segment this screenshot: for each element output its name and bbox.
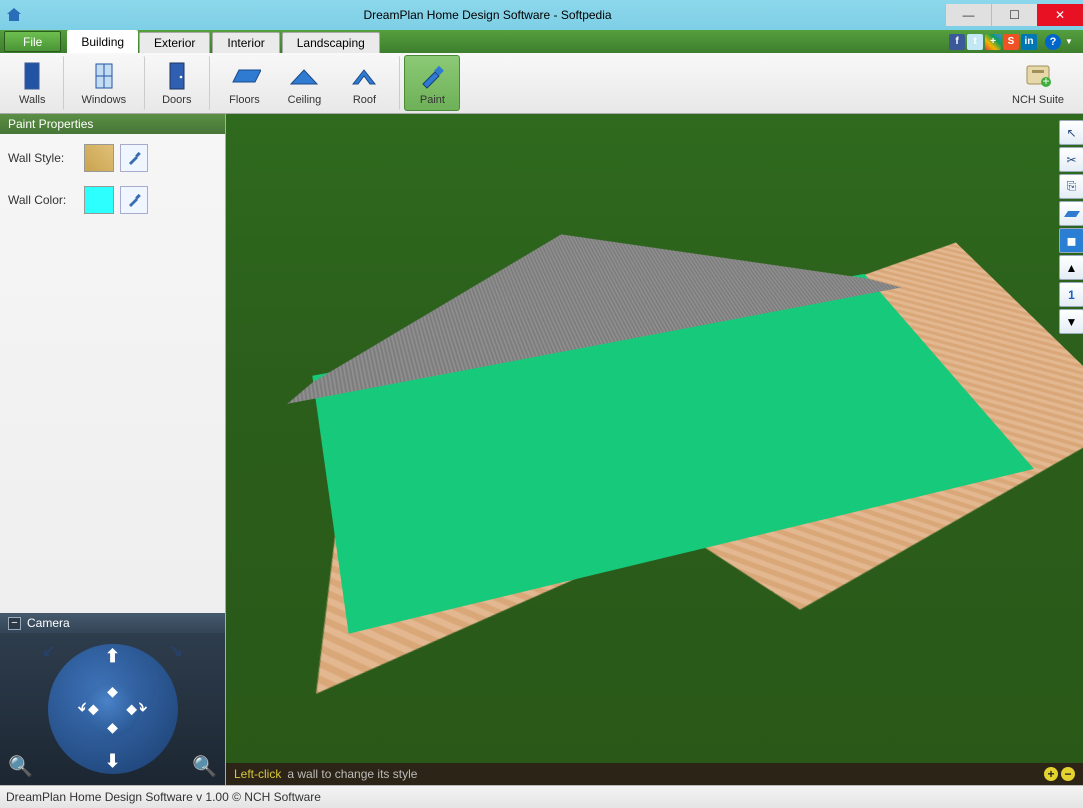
paint-icon — [417, 62, 447, 90]
hint-zoom-in-button[interactable]: + — [1044, 767, 1058, 781]
minimize-button[interactable]: — — [945, 4, 991, 26]
file-menu[interactable]: File — [4, 31, 61, 52]
floor-1-icon: 1 — [1068, 288, 1075, 302]
orbit-up-left-icon[interactable]: ↙ — [42, 641, 55, 661]
triangle-down-icon: ▼ — [1066, 315, 1078, 329]
google-plus-icon[interactable]: + — [985, 34, 1001, 50]
windows-icon — [91, 61, 117, 91]
app-home-icon — [6, 7, 22, 23]
tab-building[interactable]: Building — [67, 30, 138, 53]
main-area: Paint Properties Wall Style: Wall Color:… — [0, 114, 1083, 785]
hint-text: a wall to change its style — [287, 767, 417, 781]
nudge-up-button[interactable]: ◆ — [107, 683, 118, 700]
twitter-icon[interactable]: t — [967, 34, 983, 50]
floor-down-button[interactable]: ▼ — [1059, 309, 1083, 334]
tab-interior[interactable]: Interior — [212, 32, 279, 53]
house-model — [312, 273, 1034, 633]
viewport-toolbar: ↖ ✂ ⎘ ◼ ▲ 1 ▼ — [1057, 114, 1083, 340]
tool-windows[interactable]: Windows — [68, 55, 145, 111]
cube-icon: ◼ — [1067, 234, 1077, 248]
status-text: DreamPlan Home Design Software v 1.00 © … — [6, 790, 321, 804]
tab-landscaping[interactable]: Landscaping — [282, 32, 380, 53]
window-title: DreamPlan Home Design Software - Softped… — [30, 8, 945, 22]
pan-down-button[interactable]: ⬇ — [105, 751, 120, 772]
wall-style-swatch[interactable] — [84, 144, 114, 172]
menu-bar: File Building Exterior Interior Landscap… — [0, 30, 1083, 53]
cube-tool-button[interactable]: ◼ — [1059, 228, 1083, 253]
pan-up-button[interactable]: ⬆ — [105, 646, 120, 667]
floor-up-button[interactable]: ▲ — [1059, 255, 1083, 280]
zoom-in-button[interactable]: 🔍 — [192, 754, 217, 779]
cursor-icon: ↖ — [1066, 126, 1076, 140]
close-button[interactable]: ✕ — [1037, 4, 1083, 26]
nudge-left-button[interactable]: ◆ — [88, 701, 99, 718]
floor-1-button[interactable]: 1 — [1059, 282, 1083, 307]
nch-suite-icon: + — [1023, 62, 1053, 90]
copy-icon: ⎘ — [1067, 179, 1077, 194]
camera-inner-pad: ◆ ◆ ◆ ◆ — [85, 682, 140, 737]
tool-paint[interactable]: Paint — [404, 55, 460, 111]
panel-title-label: Paint Properties — [8, 117, 93, 131]
svg-text:+: + — [1043, 74, 1050, 88]
title-bar: DreamPlan Home Design Software - Softped… — [0, 0, 1083, 30]
hint-bar: Left-click a wall to change its style + … — [226, 763, 1083, 785]
tool-nch-suite[interactable]: + NCH Suite — [999, 55, 1077, 111]
facebook-icon[interactable]: f — [949, 34, 965, 50]
floors-icon — [227, 64, 261, 88]
tool-walls[interactable]: Walls — [6, 55, 64, 111]
nudge-right-button[interactable]: ◆ — [126, 701, 137, 718]
doors-icon — [164, 61, 190, 91]
wall-color-label: Wall Color: — [8, 193, 78, 207]
properties-sidebar: Paint Properties Wall Style: Wall Color:… — [0, 114, 226, 785]
ribbon-toolbar: Walls Windows Doors Floors Ceiling Roof … — [0, 53, 1083, 114]
3d-viewport[interactable]: ↖ ✂ ⎘ ◼ ▲ 1 ▼ Left-click a wall to chang… — [226, 114, 1083, 785]
slab-icon — [1063, 209, 1081, 219]
social-links: f t + S in ? ▼ — [949, 30, 1079, 53]
scene-canvas[interactable] — [226, 114, 1083, 785]
help-icon[interactable]: ? — [1045, 34, 1061, 50]
walls-icon — [19, 61, 45, 91]
tool-roof[interactable]: Roof — [334, 55, 400, 111]
wall-color-row: Wall Color: — [8, 186, 217, 214]
nudge-down-button[interactable]: ◆ — [107, 719, 118, 736]
eyedropper-icon — [126, 150, 142, 166]
scissors-icon: ✂ — [1066, 153, 1076, 167]
camera-collapse-icon[interactable]: − — [8, 617, 21, 630]
slab-tool-button[interactable] — [1059, 201, 1083, 226]
wall-style-picker[interactable] — [120, 144, 148, 172]
triangle-up-icon: ▲ — [1066, 261, 1078, 275]
camera-panel: ↙ ↘ ⬆ ⬇ ↶ ↷ ◆ ◆ ◆ ◆ 🔍 🔍 — [0, 633, 225, 785]
zoom-out-button[interactable]: 🔍 — [8, 754, 33, 779]
window-controls: — ☐ ✕ — [945, 4, 1083, 26]
tab-exterior[interactable]: Exterior — [139, 32, 210, 53]
select-tool-button[interactable]: ↖ — [1059, 120, 1083, 145]
status-bar: DreamPlan Home Design Software v 1.00 © … — [0, 785, 1083, 808]
maximize-button[interactable]: ☐ — [991, 4, 1037, 26]
wall-color-swatch[interactable] — [84, 186, 114, 214]
copy-tool-button[interactable]: ⎘ — [1059, 174, 1083, 199]
camera-panel-header[interactable]: − Camera — [0, 613, 225, 633]
wall-style-row: Wall Style: — [8, 144, 217, 172]
cut-tool-button[interactable]: ✂ — [1059, 147, 1083, 172]
ceiling-icon — [287, 64, 321, 88]
stumbleupon-icon[interactable]: S — [1003, 34, 1019, 50]
hint-zoom-out-button[interactable]: − — [1061, 767, 1075, 781]
roof-icon — [347, 64, 381, 88]
hint-emphasis: Left-click — [234, 767, 281, 781]
help-dropdown-icon[interactable]: ▼ — [1065, 37, 1075, 46]
paint-properties-header: Paint Properties — [0, 114, 225, 134]
orbit-up-right-icon[interactable]: ↘ — [170, 641, 183, 661]
linkedin-icon[interactable]: in — [1021, 34, 1037, 50]
camera-title-label: Camera — [27, 616, 70, 630]
eyedropper-icon — [126, 192, 142, 208]
wall-color-picker[interactable] — [120, 186, 148, 214]
wall-style-label: Wall Style: — [8, 151, 78, 165]
camera-navpad: ⬆ ⬇ ↶ ↷ ◆ ◆ ◆ ◆ — [48, 644, 178, 774]
paint-properties-body: Wall Style: Wall Color: — [0, 134, 225, 238]
tool-ceiling[interactable]: Ceiling — [274, 55, 334, 111]
tool-doors[interactable]: Doors — [149, 55, 210, 111]
tool-floors[interactable]: Floors — [214, 55, 274, 111]
